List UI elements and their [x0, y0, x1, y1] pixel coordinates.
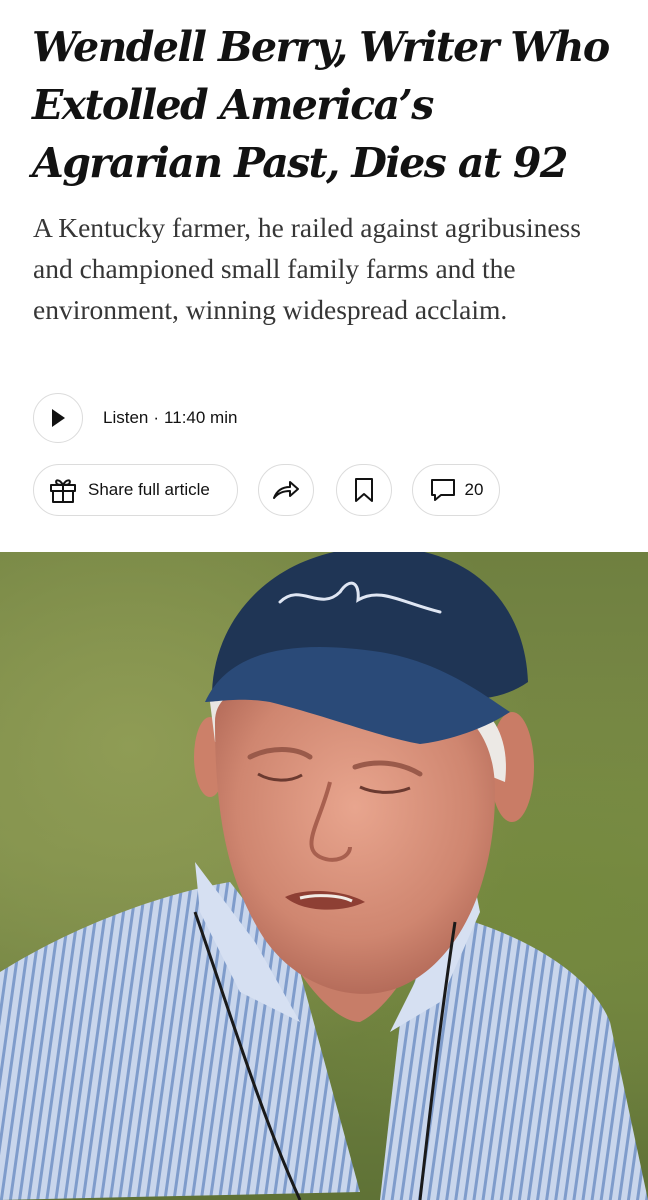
save-bookmark-button[interactable]: [336, 464, 392, 516]
article-summary: A Kentucky farmer, he railed against agr…: [33, 212, 581, 325]
share-full-article-button[interactable]: Share full article: [33, 464, 238, 516]
play-button[interactable]: [33, 393, 83, 443]
article-headline: Wendell Berry, Writer Who Extolled Ameri…: [32, 23, 610, 187]
article-actions: Share full article 20: [33, 464, 500, 516]
play-icon: [52, 409, 65, 427]
listen-label: Listen: [103, 408, 149, 427]
share-full-article-label: Share full article: [88, 480, 210, 499]
share-arrow-icon: [273, 481, 299, 499]
article-photo: [0, 552, 648, 1200]
gift-icon: [50, 479, 76, 503]
listen-info[interactable]: Listen · 11:40 min: [103, 408, 237, 428]
comment-bubble-icon: [430, 479, 455, 501]
listen-duration: 11:40 min: [164, 408, 238, 427]
comments-button[interactable]: 20: [412, 464, 500, 516]
portrait-illustration: [0, 552, 648, 1200]
listen-control[interactable]: Listen · 11:40 min: [33, 392, 237, 444]
bookmark-icon: [355, 478, 373, 502]
listen-separator: ·: [153, 408, 160, 427]
comment-count: 20: [464, 480, 484, 499]
share-button[interactable]: [258, 464, 314, 516]
